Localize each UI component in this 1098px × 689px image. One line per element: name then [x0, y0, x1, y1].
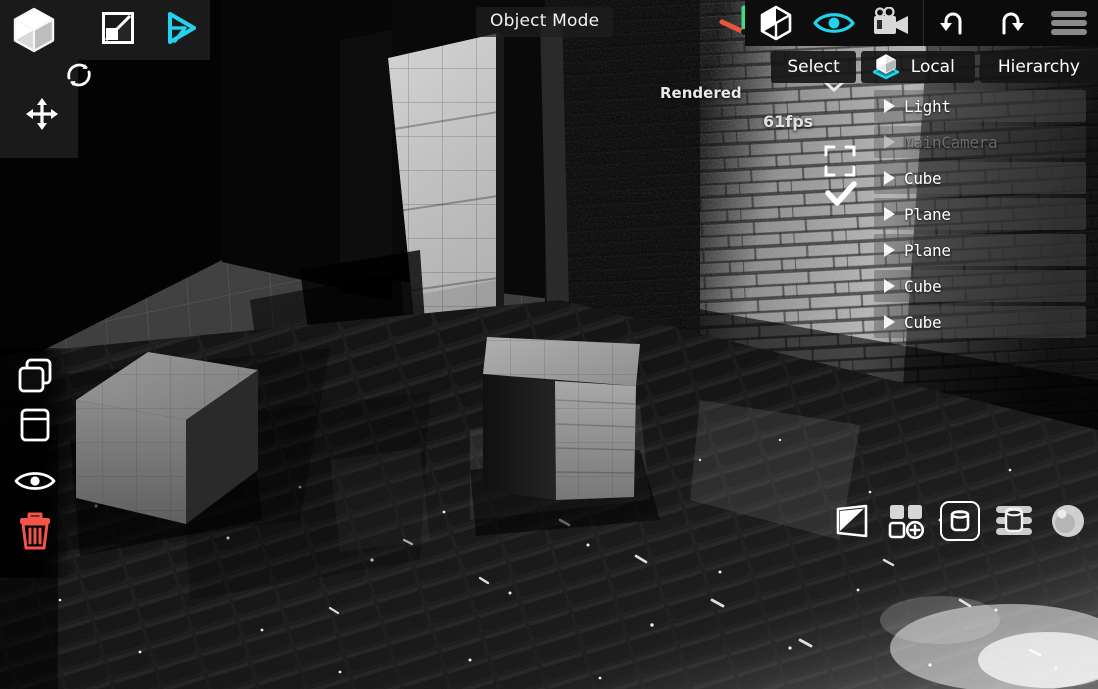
redo-icon[interactable]: [982, 0, 1040, 46]
add-object-icon[interactable]: [886, 501, 926, 541]
hierarchy-item-label: Light: [904, 97, 951, 116]
local-label: Local: [911, 57, 955, 77]
hierarchy-item-label: Cube: [904, 169, 941, 188]
hierarchy-tab-button[interactable]: Hierarchy: [980, 51, 1098, 83]
move-icon[interactable]: [20, 92, 64, 136]
hierarchy-row-plane-1[interactable]: Plane: [874, 198, 1086, 230]
expand-arrow-icon[interactable]: [884, 207, 895, 221]
expand-arrow-icon[interactable]: [884, 99, 895, 113]
undo-icon[interactable]: [924, 0, 982, 46]
bottom-tool-cluster: [832, 498, 1088, 544]
eye-icon[interactable]: [805, 0, 863, 46]
shading-icon[interactable]: [832, 501, 872, 541]
hierarchy-row-cube-3[interactable]: Cube: [874, 306, 1086, 338]
hierarchy-row-cube-1[interactable]: Cube: [874, 162, 1086, 194]
mode-subtoolbar: Select Local Hierarchy: [771, 50, 1098, 84]
shading-mode-label: Rendered: [660, 84, 742, 102]
delete-trash-icon[interactable]: [12, 508, 58, 554]
hierarchy-item-label: Cube: [904, 277, 941, 296]
undo-redo-menu-group: [923, 0, 1098, 46]
object-cube-icon[interactable]: [6, 4, 62, 56]
fps-counter: 61fps: [763, 112, 813, 131]
select-label: Select: [787, 57, 839, 77]
paste-icon[interactable]: [12, 402, 58, 448]
camera-icon[interactable]: [863, 0, 921, 46]
expand-arrow-icon[interactable]: [884, 171, 895, 185]
rotate-icon[interactable]: [58, 54, 100, 96]
hierarchy-item-label: Plane: [904, 205, 951, 224]
duplicate-icon[interactable]: [12, 352, 58, 398]
hierarchy-item-label: Plane: [904, 241, 951, 260]
expand-arrow-icon[interactable]: [884, 279, 895, 293]
snap-square-icon[interactable]: [98, 8, 138, 48]
play-cursor-icon[interactable]: [160, 8, 202, 48]
expand-arrow-icon[interactable]: [884, 315, 895, 329]
hierarchy-row-cube-2[interactable]: Cube: [874, 270, 1086, 302]
expand-arrow-icon[interactable]: [884, 135, 895, 149]
hamburger-menu-icon[interactable]: [1040, 0, 1098, 46]
expand-arrow-icon[interactable]: [884, 243, 895, 257]
hierarchy-item-label: MainCamera: [904, 133, 997, 152]
select-button[interactable]: Select: [771, 51, 855, 83]
hierarchy-panel: Light MainCamera Cube Plane Plane Cube C…: [874, 90, 1086, 338]
layers-icon[interactable]: [994, 501, 1034, 541]
visibility-eye-icon[interactable]: [12, 458, 58, 504]
hierarchy-row-maincamera[interactable]: MainCamera: [874, 126, 1086, 158]
cube-icon[interactable]: [747, 0, 805, 46]
hierarchy-label: Hierarchy: [998, 57, 1080, 77]
object-box-icon[interactable]: [940, 501, 980, 541]
check-icon[interactable]: [824, 180, 858, 214]
left-action-rail: [0, 348, 72, 578]
editor-window: Object Mode: [0, 0, 1098, 689]
material-sphere-icon[interactable]: [1048, 501, 1088, 541]
top-toolbar: [745, 0, 1098, 46]
hierarchy-item-label: Cube: [904, 313, 941, 332]
top-toolbar-icon-group: [745, 0, 923, 46]
hierarchy-row-light[interactable]: Light: [874, 90, 1086, 122]
crop-frame-icon[interactable]: [824, 145, 856, 181]
hierarchy-row-plane-2[interactable]: Plane: [874, 234, 1086, 266]
local-gizmo-icon: [869, 53, 903, 81]
local-space-button[interactable]: Local: [861, 51, 975, 83]
object-mode-label[interactable]: Object Mode: [476, 7, 613, 37]
